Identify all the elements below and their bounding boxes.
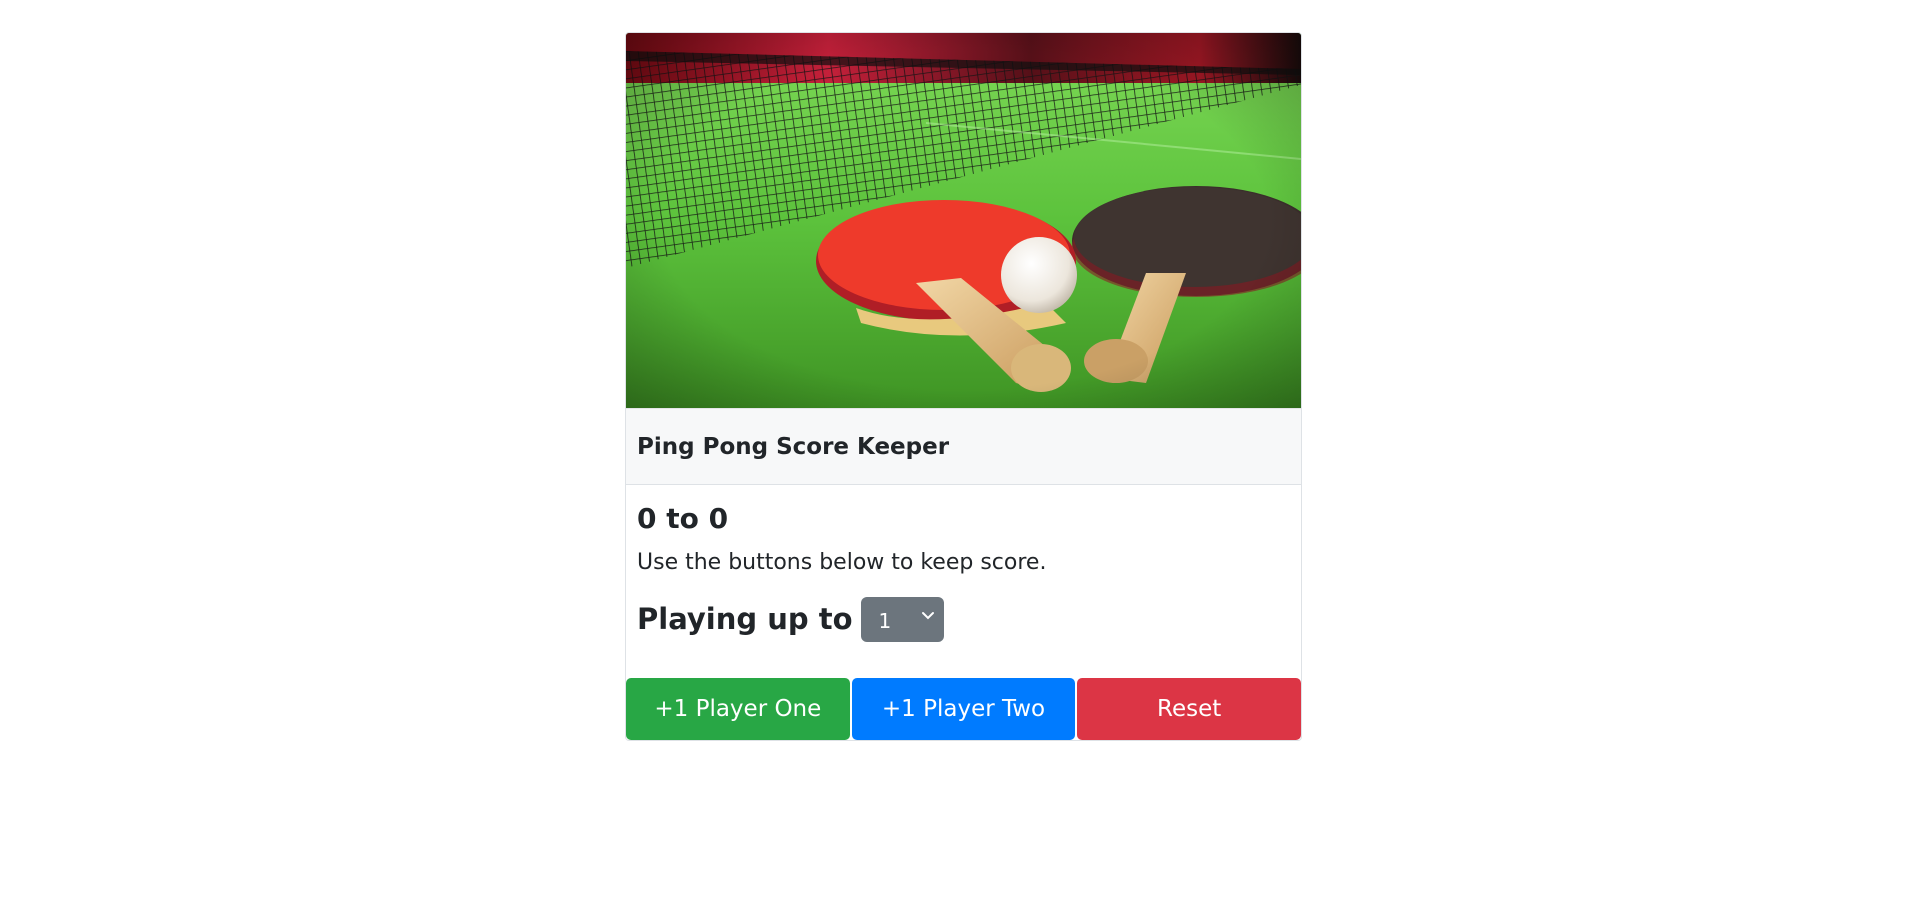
instructions-text: Use the buttons below to keep score. [637, 549, 1047, 575]
winning-score-value: 1 [878, 609, 892, 634]
player-two-button[interactable]: +1 Player Two [851, 677, 1076, 740]
score-keeper-card: Ping Pong Score Keeper 0 to 0 Use the bu… [625, 32, 1302, 741]
playing-up-to-label: Playing up to [637, 602, 853, 637]
chevron-down-icon [921, 611, 934, 620]
ping-pong-hero-image [626, 33, 1301, 408]
reset-button[interactable]: Reset [1077, 677, 1301, 740]
player-one-button[interactable]: +1 Player One [626, 677, 850, 740]
winning-score-select[interactable]: 1 [860, 596, 944, 642]
score-display: 0 to 0 [637, 502, 729, 535]
button-row: +1 Player One +1 Player Two Reset [626, 677, 1301, 740]
card-header: Ping Pong Score Keeper [626, 408, 1301, 485]
winning-score-row: Playing up to 1 [637, 596, 1290, 642]
page-title: Ping Pong Score Keeper [637, 433, 950, 460]
card-body: 0 to 0 Use the buttons below to keep sco… [626, 485, 1301, 678]
